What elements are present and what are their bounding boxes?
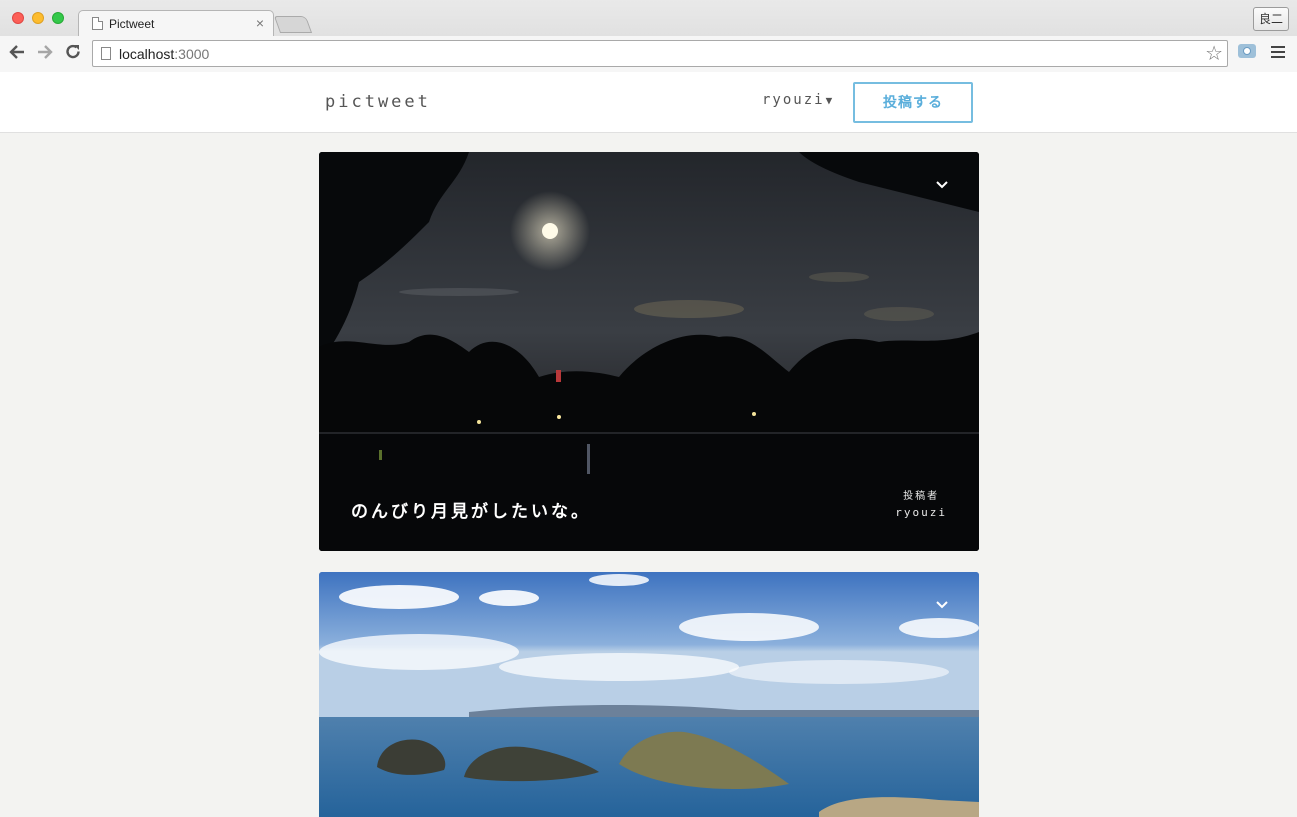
page-icon	[101, 47, 111, 60]
dropdown-caret-icon: ▼	[825, 94, 833, 107]
minimize-window-button[interactable]	[32, 12, 44, 24]
tab-pictweet[interactable]: Pictweet ×	[78, 10, 274, 37]
back-arrow-icon[interactable]	[7, 43, 27, 63]
zoom-window-button[interactable]	[52, 12, 64, 24]
forward-arrow-icon[interactable]	[35, 43, 55, 63]
close-window-button[interactable]	[12, 12, 24, 24]
tweet-caption: のんびり月見がしたいな。	[351, 502, 591, 521]
browser-toolbar: localhost:3000 ☆	[0, 36, 1297, 72]
chevron-down-icon[interactable]	[935, 598, 949, 612]
tweet-card: のんびり月見がしたいな。 投稿者 ryouzi	[319, 152, 979, 551]
close-tab-icon[interactable]: ×	[256, 15, 264, 31]
new-tab-button[interactable]	[273, 16, 313, 33]
tweet-meta: 投稿者 ryouzi	[895, 487, 947, 519]
poster-name[interactable]: ryouzi	[895, 506, 947, 519]
browser-chrome: Pictweet × 良二 localhost:3000 ☆	[0, 0, 1297, 72]
chevron-down-icon[interactable]	[935, 178, 949, 192]
post-button[interactable]: 投稿する	[853, 82, 973, 123]
menu-icon[interactable]	[1271, 46, 1285, 61]
url-text: localhost:3000	[119, 46, 210, 62]
page-icon	[92, 17, 103, 30]
reload-icon[interactable]	[63, 43, 83, 63]
site-logo[interactable]: PICTWEET	[325, 92, 431, 112]
profile-button[interactable]: 良二	[1253, 7, 1289, 31]
camera-icon[interactable]	[1238, 44, 1256, 58]
user-name: ryouzi	[762, 92, 825, 108]
tweet-image	[319, 572, 979, 817]
site-header: PICTWEET ryouzi▼ 投稿する	[0, 72, 1297, 133]
bookmark-star-icon[interactable]: ☆	[1205, 41, 1223, 66]
tab-title: Pictweet	[109, 17, 155, 31]
user-menu[interactable]: ryouzi▼	[762, 92, 832, 108]
address-bar[interactable]: localhost:3000 ☆	[92, 40, 1228, 67]
tab-strip: Pictweet × 良二	[0, 0, 1297, 37]
tweet-card	[319, 572, 979, 817]
tweet-image	[319, 152, 979, 551]
poster-label: 投稿者	[903, 491, 940, 502]
